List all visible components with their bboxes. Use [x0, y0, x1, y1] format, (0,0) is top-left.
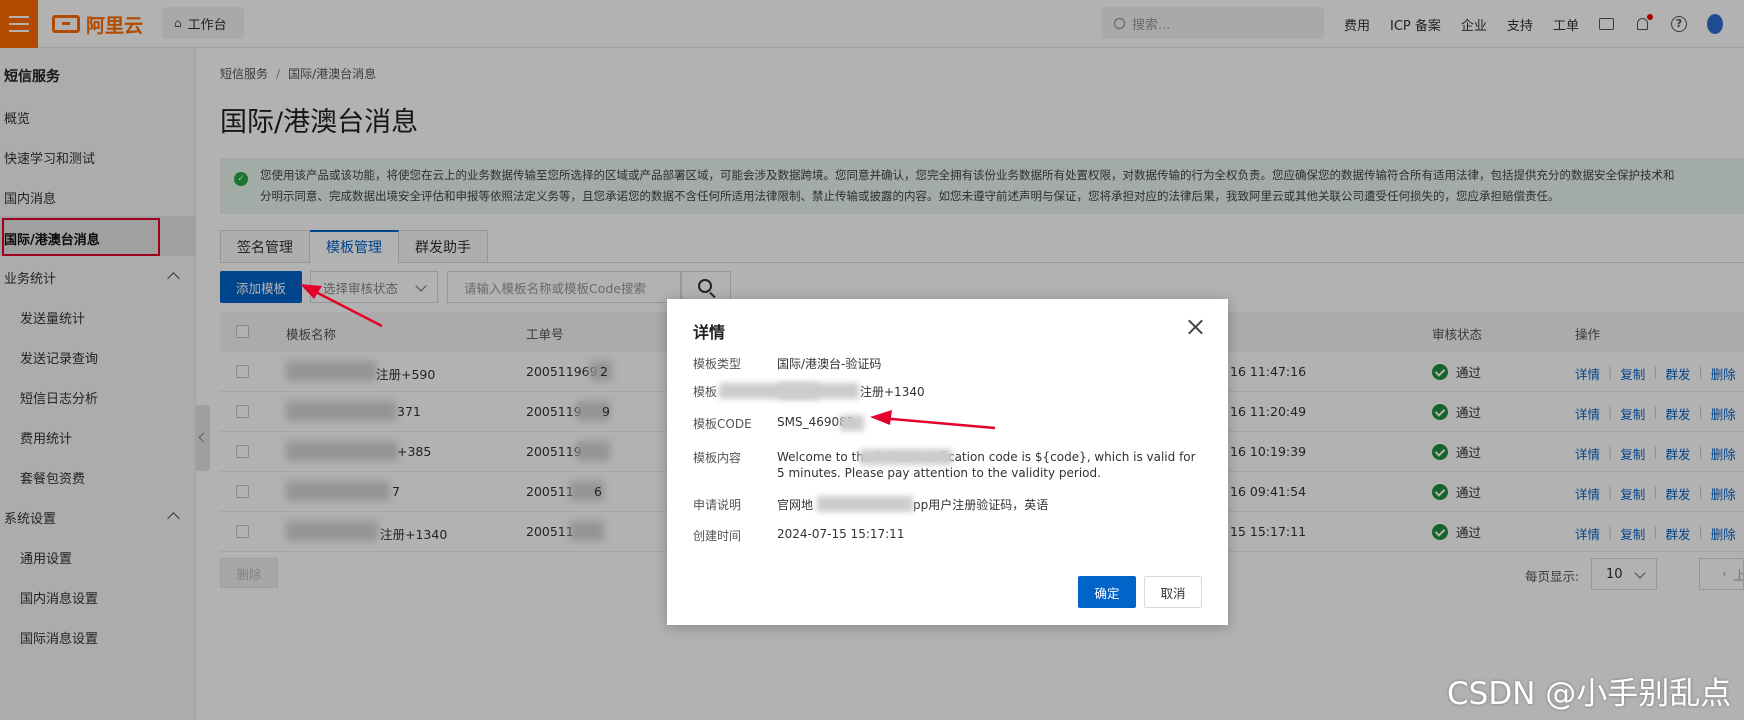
template-code-label: 模板CODE: [693, 417, 752, 431]
redacted-text: [840, 415, 864, 431]
detail-dialog: 详情 模板类型 国际/港澳台-验证码 模板 注册+1340 模板CODE SMS…: [667, 299, 1228, 625]
dialog-title: 详情: [693, 323, 726, 342]
request-note-prefix: 官网地: [777, 498, 814, 512]
redacted-text: [779, 383, 859, 399]
created-time-value: 2024-07-15 15:17:11: [777, 527, 905, 541]
template-content-value: Welcome to the ". Your verification code…: [777, 450, 1196, 480]
template-type-label: 模板类型: [693, 357, 742, 371]
created-time-label: 创建时间: [693, 529, 742, 543]
request-note-suffix: pp用户注册验证码，英语: [913, 498, 1049, 512]
template-name-value: 注册+1340: [860, 385, 925, 399]
confirm-button[interactable]: 确定: [1078, 576, 1136, 608]
template-name-label: 模板: [693, 385, 718, 399]
redacted-text: [817, 496, 913, 512]
template-type-value: 国际/港澳台-验证码: [777, 357, 882, 371]
template-content-label: 模板内容: [693, 451, 742, 465]
close-icon[interactable]: [1185, 317, 1205, 337]
cancel-button[interactable]: 取消: [1144, 576, 1202, 608]
redacted-text: [860, 449, 952, 465]
request-note-label: 申请说明: [693, 498, 742, 512]
csdn-watermark: CSDN @小手别乱点: [1447, 676, 1732, 712]
